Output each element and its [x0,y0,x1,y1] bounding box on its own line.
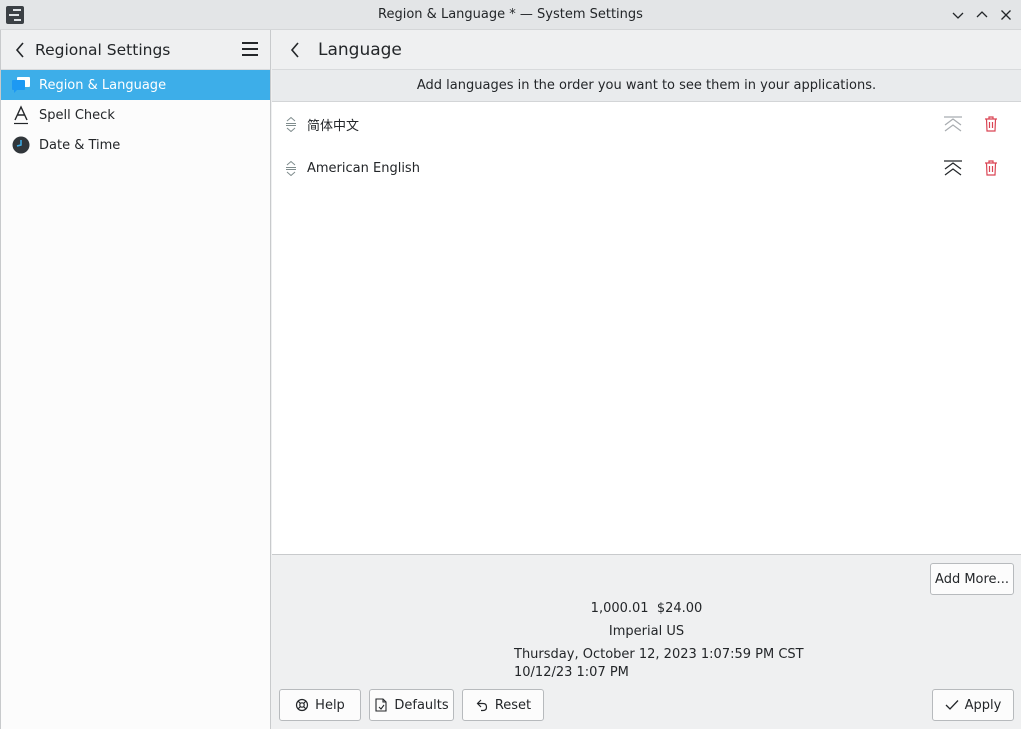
sidebar: Regional Settings Region & Language Spel… [0,30,271,729]
defaults-label: Defaults [394,697,449,713]
page-title: Language [318,39,402,60]
measurement-preview: Imperial US [272,624,1021,639]
chevron-left-icon [290,41,299,58]
main-header: Language [272,30,1021,70]
long-date-text: Thursday, October 12, 2023 1:07:59 PM CS… [514,647,804,662]
reset-button[interactable]: Reset [462,689,544,721]
sidebar-item-label: Region & Language [39,77,167,93]
move-to-top-button[interactable] [943,114,963,134]
info-text: Add languages in the order you want to s… [416,78,877,93]
list-item[interactable]: 简体中文 [272,102,1021,146]
sidebar-item-spell-check[interactable]: Spell Check [1,100,270,130]
reset-label: Reset [494,697,532,713]
main-back-button[interactable] [286,41,304,59]
add-more-label: Add More... [935,571,1009,587]
move-top-icon [944,160,962,176]
move-top-icon [944,116,962,132]
short-date-text: 10/12/23 1:07 PM [514,665,629,680]
minimize-button[interactable] [949,6,967,24]
number-preview: 1,000.01 $24.00 [272,601,1021,616]
checkmark-icon [945,698,959,712]
trash-icon [985,116,997,132]
sidebar-header: Regional Settings [1,30,270,70]
move-to-top-button[interactable] [943,158,963,178]
system-settings-icon[interactable] [6,6,24,24]
remove-language-button[interactable] [981,158,1001,178]
language-name: 简体中文 [307,118,360,134]
close-icon [1001,10,1011,20]
apply-button[interactable]: Apply [932,689,1014,721]
language-name: American English [307,160,420,176]
add-more-button[interactable]: Add More... [930,563,1014,595]
sidebar-item-date-time[interactable]: Date & Time [1,130,270,160]
long-date-preview: Thursday, October 12, 2023 1:07:59 PM CS… [272,647,1021,662]
sidebar-title: Regional Settings [35,40,171,59]
chevron-up-icon [976,11,988,18]
maximize-button[interactable] [973,6,991,24]
trash-icon [985,160,997,176]
undo-icon [475,698,489,712]
sidebar-item-label: Spell Check [39,107,115,123]
close-button[interactable] [997,6,1015,24]
region-language-icon [11,75,31,95]
title-bar: Region & Language * — System Settings [0,0,1021,30]
info-message: Add languages in the order you want to s… [272,70,1021,102]
apply-label: Apply [964,697,1002,713]
main-panel: Language Add languages in the order you … [272,30,1021,729]
bottom-area: Add More... 1,000.01 $24.00 Imperial US … [272,555,1021,729]
list-item[interactable]: American English [272,146,1021,190]
sidebar-back-button[interactable] [11,41,29,59]
sidebar-item-label: Date & Time [39,137,121,153]
number-format-preview: 1,000.01 $24.00 [590,601,703,616]
help-button[interactable]: Help [279,689,361,721]
short-date-preview: 10/12/23 1:07 PM [272,665,1021,680]
clock-icon [11,135,31,155]
document-defaults-icon [374,698,388,712]
defaults-button[interactable]: Defaults [369,689,454,721]
remove-language-button[interactable] [981,114,1001,134]
spell-check-icon [11,105,31,125]
language-list: 简体中文 American English [272,102,1021,555]
drag-handle-icon[interactable] [284,159,298,177]
help-label: Help [315,697,345,713]
drag-handle-icon[interactable] [284,115,298,133]
measurement-format-preview: Imperial US [608,624,685,639]
sidebar-item-region-language[interactable]: Region & Language [1,70,270,100]
window-title: Region & Language * — System Settings [378,7,643,22]
chevron-down-icon [952,12,964,19]
chevron-left-icon [15,41,24,58]
help-icon [295,698,309,712]
hamburger-menu-icon[interactable] [242,42,258,56]
